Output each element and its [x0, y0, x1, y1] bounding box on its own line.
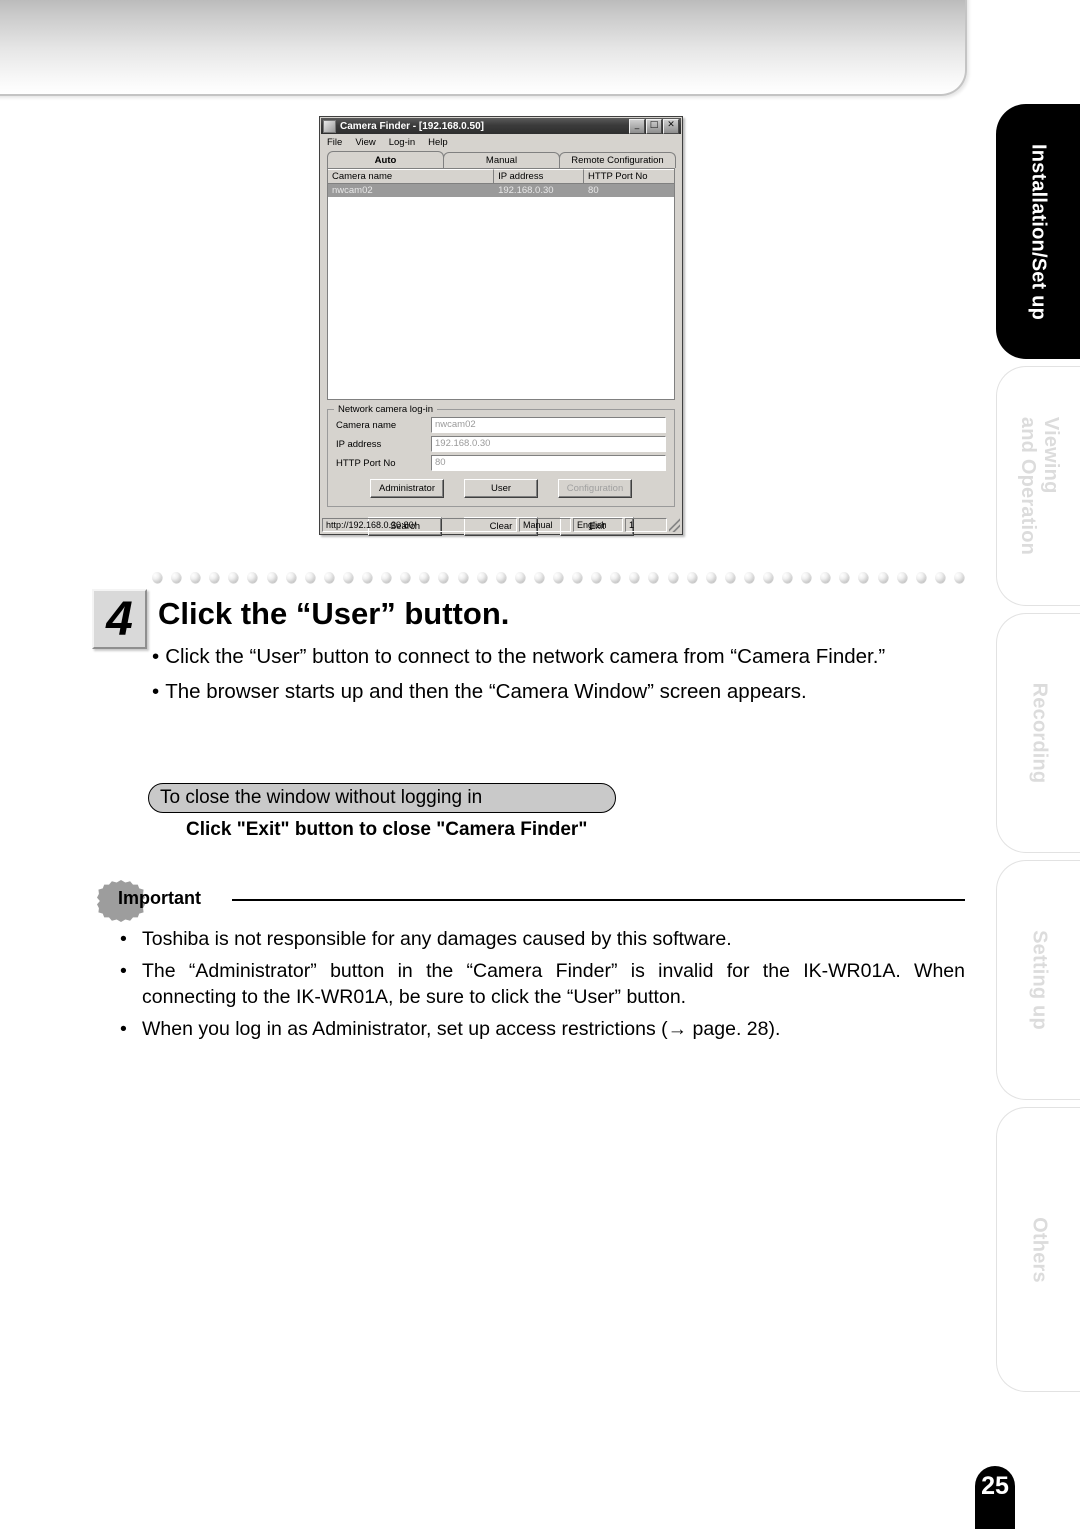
list-item-text: The “Administrator” button in the “Camer…: [142, 958, 965, 1010]
list-item-text-line2: connecting to the IK-WR01A, be sure to c…: [142, 986, 687, 1008]
side-tab-label: Others: [1028, 1216, 1050, 1283]
side-tab-label-line2: and Operation: [1016, 416, 1039, 556]
field-label: HTTP Port No: [336, 457, 396, 469]
step-bullet-list: • Click the “User” button to connect to t…: [152, 645, 972, 715]
status-language: English: [573, 518, 623, 532]
important-list: • Toshiba is not responsible for any dam…: [120, 926, 965, 1048]
important-label: Important: [118, 888, 201, 908]
status-count: 1: [625, 518, 667, 532]
dialog-statusbar: http://192.168.0.30:80/ Manual English 1: [322, 518, 680, 532]
cell-camera-name: nwcam02: [332, 185, 373, 196]
subsection-pill: To close the window without logging in: [148, 783, 616, 813]
column-header-ip-address[interactable]: IP address: [494, 169, 585, 184]
side-tab-others[interactable]: Others: [996, 1107, 1080, 1392]
bead-divider: [152, 572, 964, 584]
cell-ip-address: 192.168.0.30: [498, 185, 554, 196]
list-item: • Click the “User” button to connect to t…: [152, 645, 972, 669]
dialog-tabstrip: Auto Manual Remote Configuration: [327, 151, 676, 168]
side-tab-label: Setting up: [1028, 930, 1050, 1030]
tab-auto[interactable]: Auto: [327, 151, 444, 168]
subsection-heading: Click "Exit" button to close "Camera Fin…: [186, 819, 588, 840]
menu-item-view[interactable]: View: [355, 137, 375, 148]
side-tab-setting-up[interactable]: Setting up: [996, 860, 1080, 1100]
side-tab-viewing-and-operation[interactable]: Viewing and Operation: [996, 366, 1080, 606]
dialog-title: Camera Finder - [192.168.0.50]: [340, 120, 484, 132]
side-tab-recording[interactable]: Recording: [996, 613, 1080, 853]
group-legend: Network camera log-in: [328, 404, 674, 415]
menu-item-file[interactable]: File: [327, 137, 342, 148]
bullet-dot-icon: •: [152, 680, 160, 703]
dialog-menubar: File View Log-in Help: [320, 135, 682, 151]
dialog-titlebar: Camera Finder - [192.168.0.50] _ □ ✕: [321, 118, 681, 134]
column-header-camera-name[interactable]: Camera name: [328, 169, 495, 184]
camera-name-input[interactable]: nwcam02: [431, 417, 666, 433]
field-label: Camera name: [336, 419, 397, 431]
menu-item-help[interactable]: Help: [428, 137, 448, 148]
list-item-text: When you log in as Administrator, set up…: [142, 1018, 781, 1040]
bullet-dot-icon: •: [120, 960, 127, 982]
menu-item-login[interactable]: Log-in: [389, 137, 415, 148]
cell-http-port: 80: [588, 185, 599, 196]
maximize-icon[interactable]: □: [646, 118, 662, 134]
close-icon[interactable]: ✕: [663, 118, 679, 134]
administrator-button[interactable]: Administrator: [370, 479, 444, 498]
resize-grip-icon[interactable]: [669, 518, 680, 532]
field-label: IP address: [336, 438, 382, 450]
bullet-dot-icon: •: [120, 928, 127, 950]
tab-remote-configuration[interactable]: Remote Configuration: [559, 152, 676, 168]
http-port-input[interactable]: 80: [431, 455, 666, 471]
bullet-dot-icon: •: [152, 645, 160, 668]
page-number: 25: [975, 1466, 1015, 1529]
network-camera-login-group: Network camera log-in Camera name nwcam0…: [327, 404, 675, 507]
list-item: • The “Administrator” button in the “Cam…: [120, 958, 965, 1010]
camera-finder-dialog: Camera Finder - [192.168.0.50] _ □ ✕ Fil…: [319, 116, 683, 536]
list-item-text-line1: The “Administrator” button in the “Camer…: [142, 960, 965, 982]
important-divider: [232, 899, 965, 901]
step-number-badge: 4: [92, 589, 147, 649]
side-tab-label-line1: Viewing: [1039, 416, 1062, 494]
column-header-http-port-no[interactable]: HTTP Port No: [584, 169, 674, 184]
field-ip-address: IP address 192.168.0.30: [336, 436, 666, 452]
side-tab-label: Installation/Set up: [1027, 143, 1050, 320]
list-item: • The browser starts up and then the “Cam…: [152, 680, 972, 704]
status-url: http://192.168.0.30:80/: [322, 518, 517, 532]
tab-manual[interactable]: Manual: [443, 152, 560, 168]
header-decoration-band: [0, 0, 967, 96]
window-controls: _ □ ✕: [629, 118, 679, 134]
list-item-text: The browser starts up and then the “Came…: [165, 680, 807, 703]
field-camera-name: Camera name nwcam02: [336, 417, 666, 433]
list-item-text: Toshiba is not responsible for any damag…: [142, 928, 732, 950]
table-row[interactable]: nwcam02 192.168.0.30 80: [328, 184, 674, 197]
group-legend-label: Network camera log-in: [334, 404, 438, 415]
status-mode: Manual: [519, 518, 571, 532]
list-item: • When you log in as Administrator, set …: [120, 1016, 965, 1042]
list-item-text: Click the “User” button to connect to th…: [165, 645, 886, 668]
field-http-port-no: HTTP Port No 80: [336, 455, 666, 471]
camera-list-panel: Camera name IP address HTTP Port No nwca…: [327, 168, 675, 400]
side-tab-label: Viewing and Operation: [1016, 417, 1062, 555]
bullet-dot-icon: •: [120, 1018, 127, 1040]
side-tab-label: Recording: [1028, 682, 1050, 784]
login-button-row: Administrator User Configuration: [336, 479, 666, 498]
list-item: • Toshiba is not responsible for any dam…: [120, 926, 965, 952]
ip-address-input[interactable]: 192.168.0.30: [431, 436, 666, 452]
user-button[interactable]: User: [464, 479, 538, 498]
configuration-button: Configuration: [558, 479, 632, 498]
page-title: Click the “User” button.: [158, 596, 510, 631]
camera-list-header: Camera name IP address HTTP Port No: [328, 169, 674, 184]
side-tab-installation-setup[interactable]: Installation/Set up: [996, 104, 1080, 359]
camera-finder-app-icon: [323, 119, 336, 133]
minimize-icon[interactable]: _: [629, 118, 645, 134]
